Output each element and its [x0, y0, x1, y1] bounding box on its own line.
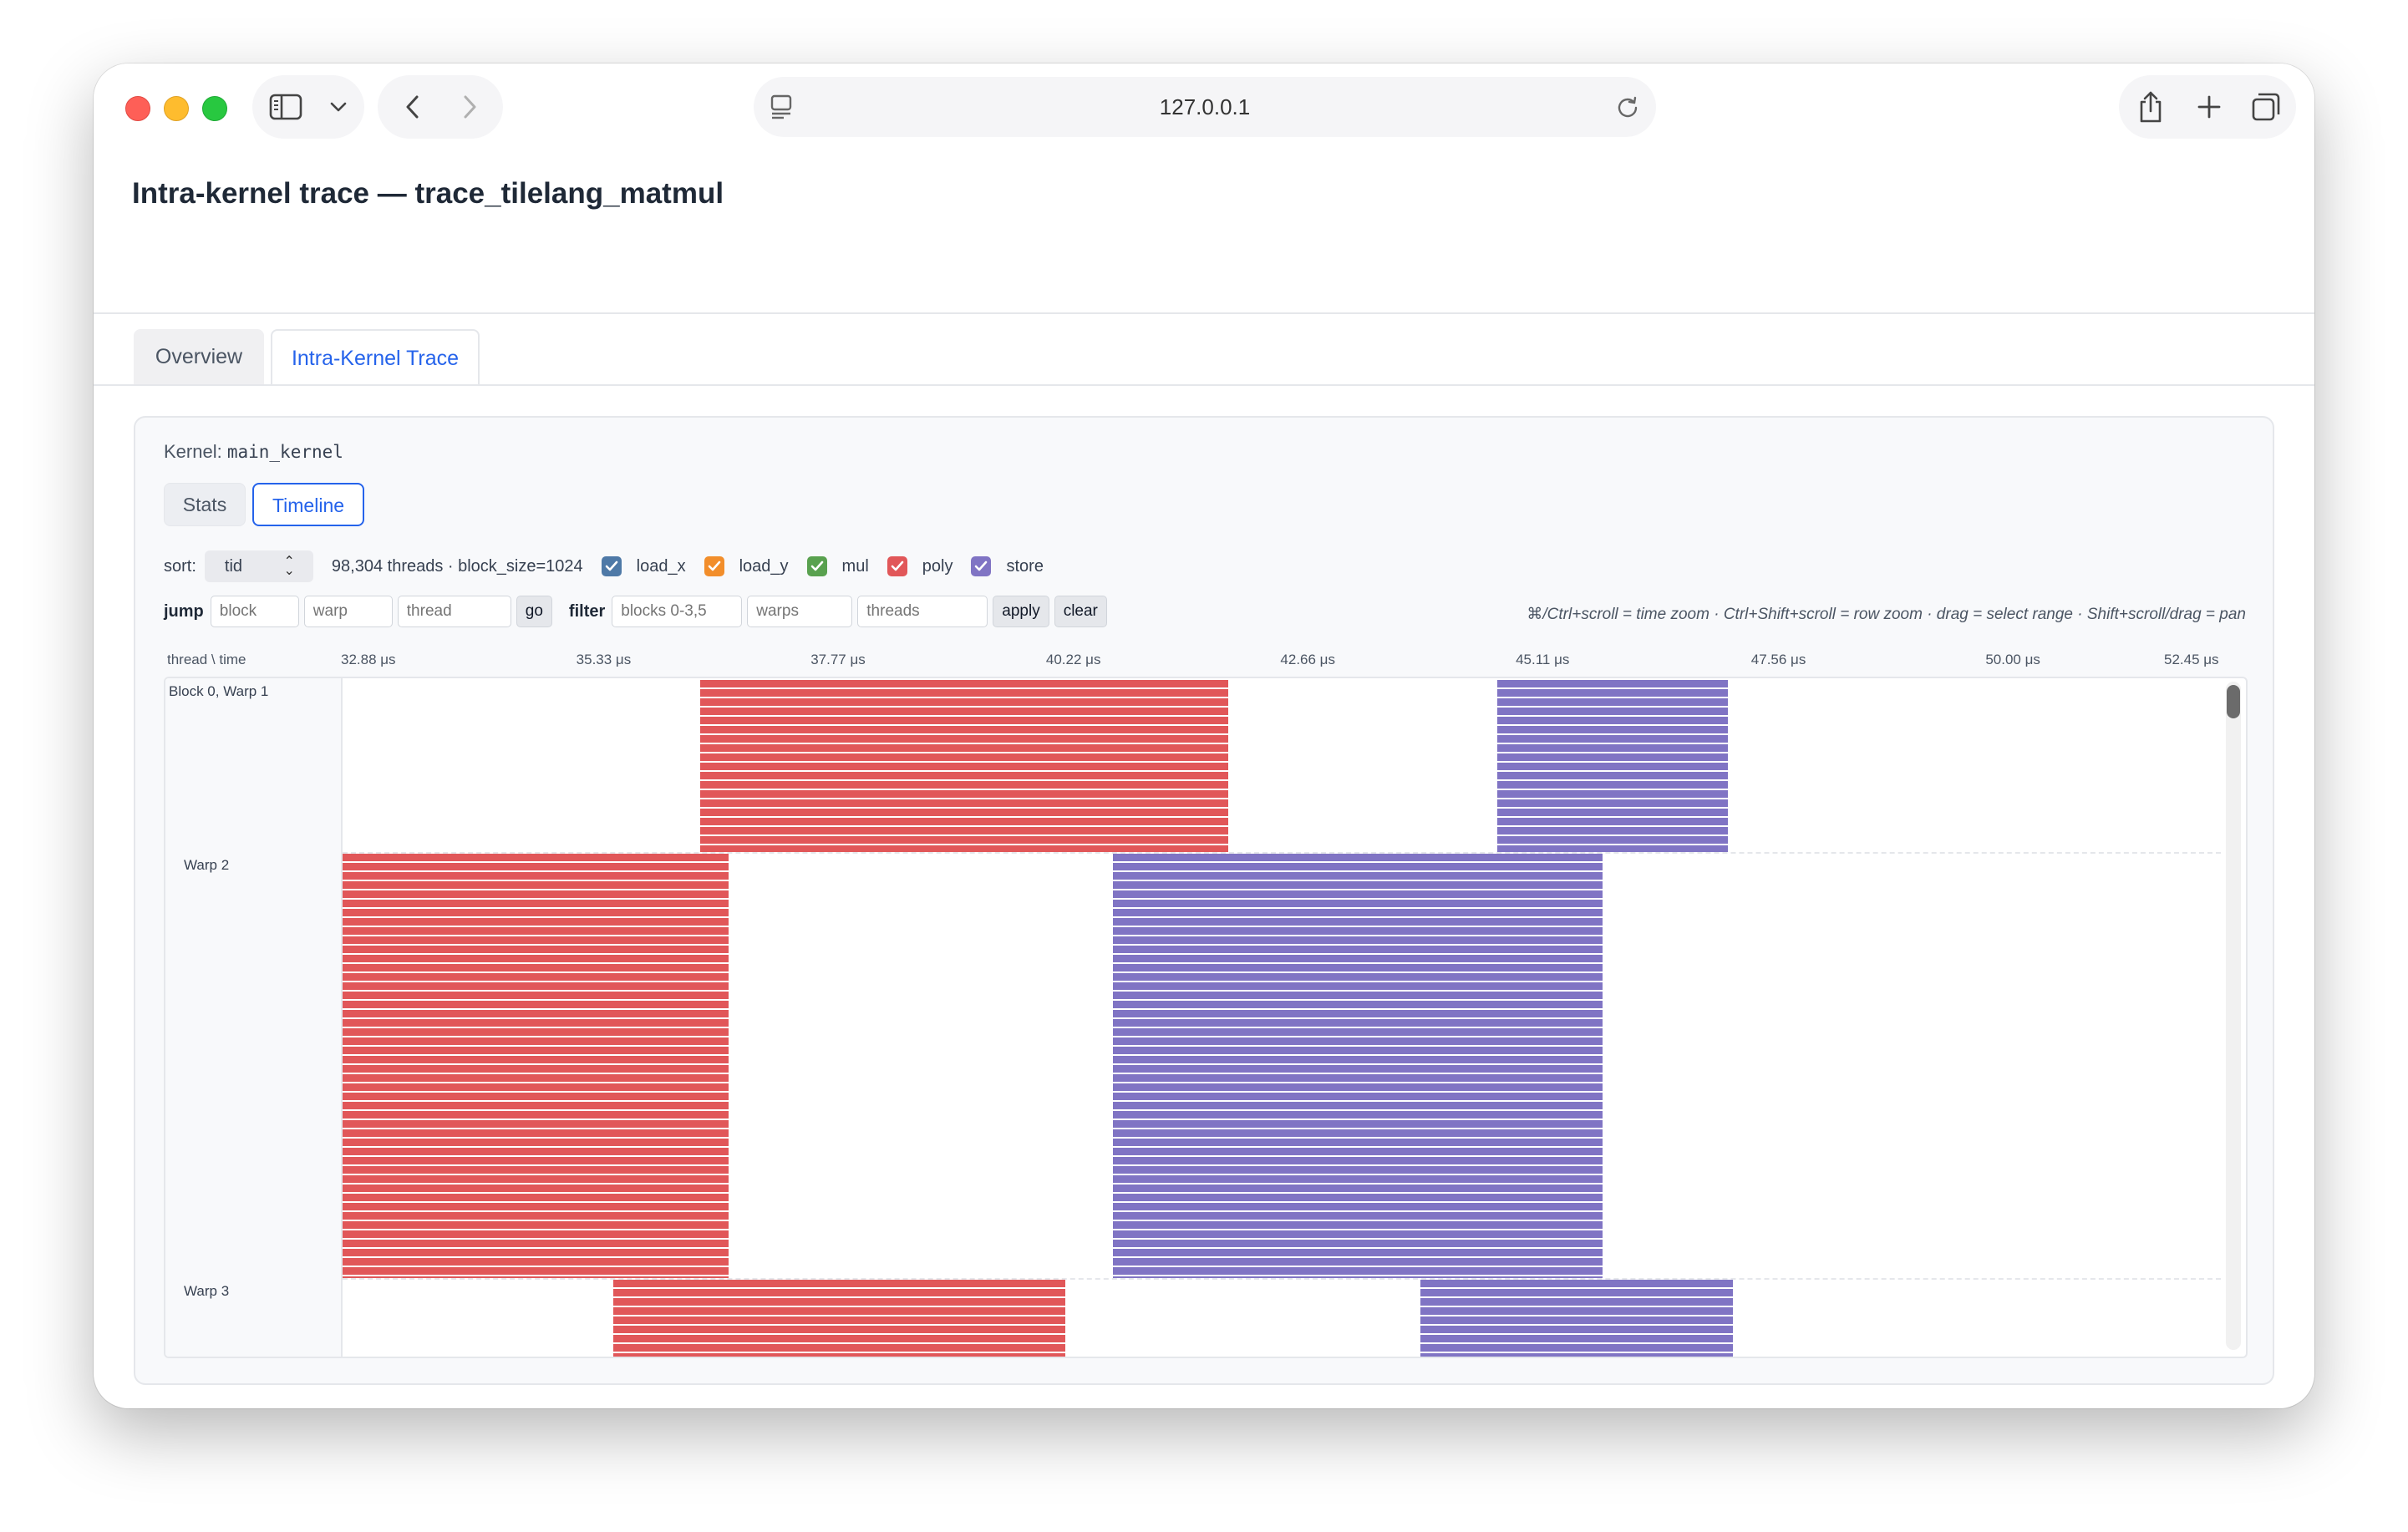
- chevron-down-icon[interactable]: [326, 94, 351, 120]
- timeline-row-label: Warp 3: [184, 1283, 230, 1299]
- sort-select[interactable]: tid ⌃ ⌄: [204, 550, 313, 582]
- legend-label-store: store: [1006, 556, 1044, 576]
- legend-checkbox-load-x[interactable]: [601, 556, 622, 576]
- row-divider: [343, 852, 2221, 854]
- timeline-segment-poly[interactable]: [343, 854, 729, 1278]
- time-tick-label: 37.77 μs: [810, 652, 866, 667]
- thread-info: 98,304 threads · block_size=1024: [331, 556, 583, 576]
- jump-block-input[interactable]: [210, 596, 299, 627]
- kernel-label: Kernel: main_kernel: [164, 441, 343, 463]
- sidebar-toggle-group: [252, 75, 364, 139]
- timeline-segment-store[interactable]: [1113, 854, 1603, 1278]
- jump-thread-input[interactable]: [397, 596, 511, 627]
- jump-label: jump: [164, 601, 204, 621]
- forward-icon[interactable]: [455, 92, 485, 122]
- subtab-timeline[interactable]: Timeline: [252, 483, 364, 526]
- filter-warps-input[interactable]: [747, 596, 853, 627]
- timeline-segment-poly[interactable]: [613, 1280, 1065, 1357]
- interaction-hint: ⌘/Ctrl+scroll = time zoom · Ctrl+Shift+s…: [1527, 606, 2246, 623]
- tab-overview-icon[interactable]: [2249, 92, 2283, 122]
- go-button[interactable]: go: [516, 596, 552, 627]
- legend-checkbox-mul[interactable]: [806, 556, 827, 576]
- timeline-chart[interactable]: Block 0, Warp 1 Warp 2 Warp 3: [164, 677, 2248, 1358]
- share-icon[interactable]: [2134, 89, 2167, 125]
- tab-overview[interactable]: Overview: [134, 329, 264, 384]
- legend-checkbox-store[interactable]: [971, 556, 992, 576]
- time-axis: thread \ time 32.88 μs 35.33 μs 37.77 μs 40…: [164, 652, 2248, 675]
- sort-value: tid: [224, 557, 243, 576]
- timeline-segment-poly[interactable]: [699, 680, 1229, 852]
- controls-row: sort: tid ⌃ ⌄ 98,304 threads · block_size…: [164, 550, 1044, 583]
- time-tick-label: 32.88 μs: [341, 652, 396, 667]
- jump-filter-row: jump go filter apply clear: [164, 595, 1112, 628]
- subtab-stats[interactable]: Stats: [164, 483, 246, 526]
- time-tick-label: 35.33 μs: [576, 652, 632, 667]
- jump-warp-input[interactable]: [303, 596, 393, 627]
- check-icon: [708, 561, 720, 571]
- time-tick-label: 42.66 μs: [1280, 652, 1335, 667]
- kernel-prefix: Kernel:: [164, 441, 222, 462]
- filter-threads-input[interactable]: [857, 596, 988, 627]
- check-icon: [975, 561, 988, 571]
- nav-group: [378, 75, 503, 139]
- legend-label-load-x: load_x: [636, 556, 686, 576]
- minimize-window-button[interactable]: [164, 96, 189, 121]
- reload-icon[interactable]: [1614, 94, 1641, 120]
- browser-toolbar: 127.0.0.1: [94, 63, 2314, 155]
- legend-label-poly: poly: [922, 556, 953, 576]
- check-icon: [605, 561, 617, 571]
- timeline-plot-area[interactable]: [343, 678, 2223, 1357]
- timeline-segment-store[interactable]: [1420, 1280, 1733, 1357]
- time-tick-label: 52.45 μs: [2164, 652, 2219, 667]
- filter-label: filter: [568, 601, 606, 621]
- check-icon: [891, 561, 904, 571]
- legend-label-load-y: load_y: [739, 556, 789, 576]
- time-tick-label: 50.00 μs: [1985, 652, 2040, 667]
- time-tick-label: 40.22 μs: [1045, 652, 1101, 667]
- new-tab-icon[interactable]: [2192, 92, 2226, 122]
- timeline-segment-store[interactable]: [1496, 680, 1728, 852]
- sort-label: sort:: [164, 556, 196, 576]
- zoom-window-button[interactable]: [202, 96, 227, 121]
- legend-checkbox-load-y[interactable]: [704, 556, 724, 576]
- address-bar[interactable]: 127.0.0.1: [754, 77, 1656, 137]
- row-divider: [343, 1278, 2221, 1280]
- time-tick-label: 47.56 μs: [1750, 652, 1806, 667]
- window-actions-group: [2119, 75, 2296, 139]
- kernel-name: main_kernel: [226, 442, 343, 462]
- check-icon: [810, 561, 823, 571]
- sidebar-icon[interactable]: [267, 90, 304, 124]
- timeline-row-label: Warp 2: [184, 857, 230, 873]
- updown-chevron-icon: ⌃ ⌄: [283, 555, 295, 578]
- legend-label-mul: mul: [841, 556, 869, 576]
- page-title: Intra-kernel trace — trace_tilelang_matm…: [132, 177, 724, 210]
- filter-blocks-input[interactable]: [612, 596, 743, 627]
- trace-panel: Kernel: main_kernel Stats Timeline sort:…: [134, 416, 2274, 1385]
- axis-corner-label: thread \ time: [167, 652, 246, 667]
- clear-button[interactable]: clear: [1054, 596, 1107, 627]
- url-text: 127.0.0.1: [1159, 94, 1251, 119]
- back-icon[interactable]: [398, 92, 428, 122]
- title-divider: [94, 312, 2314, 314]
- timeline-scrollbar-thumb[interactable]: [2227, 685, 2240, 718]
- tab-intra-kernel-trace[interactable]: Intra-Kernel Trace: [271, 329, 480, 384]
- timeline-scrollbar[interactable]: [2226, 682, 2241, 1350]
- time-tick-label: 45.11 μs: [1516, 652, 1570, 667]
- timeline-row-label: Block 0, Warp 1: [169, 683, 269, 699]
- close-window-button[interactable]: [125, 96, 150, 121]
- legend-checkbox-poly[interactable]: [886, 556, 907, 576]
- tabs-divider: [94, 384, 2314, 386]
- apply-button[interactable]: apply: [993, 596, 1049, 627]
- browser-window: 127.0.0.1 Intra-kernel trace — trace_til…: [94, 63, 2314, 1408]
- row-label-column: Block 0, Warp 1 Warp 2 Warp 3: [165, 678, 343, 1357]
